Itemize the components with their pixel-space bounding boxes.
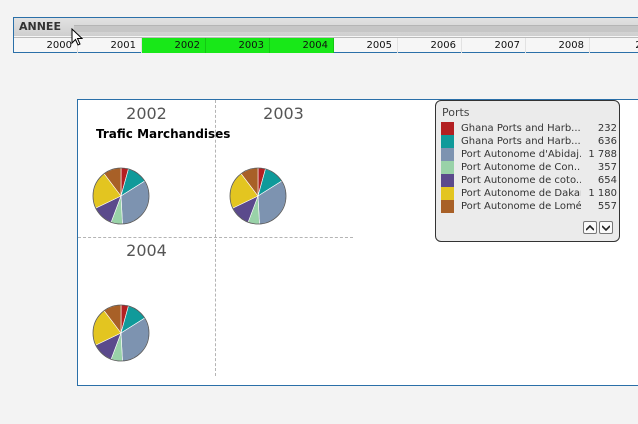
legend-item[interactable]: Ghana Ports and Harb... 636 xyxy=(441,135,617,148)
legend-item-name: Port Autonome de Con... xyxy=(461,162,581,173)
chevron-up-icon xyxy=(585,224,595,231)
legend-item[interactable]: Port Autonome d'Abidaj... 1 788 xyxy=(441,148,617,161)
panel-title-2004: 2004 xyxy=(126,241,167,260)
year-item-2001[interactable]: 2001 xyxy=(78,38,142,53)
legend-item-value: 636 xyxy=(597,136,617,147)
legend-item-value: 654 xyxy=(597,175,617,186)
pie-chart-2003[interactable] xyxy=(228,166,288,226)
year-item-2005[interactable]: 2005 xyxy=(334,38,398,53)
year-item-2008[interactable]: 2008 xyxy=(526,38,590,53)
chevron-down-icon xyxy=(601,225,611,232)
legend-item[interactable]: Port Autonome de Con... 357 xyxy=(441,161,617,174)
legend-swatch xyxy=(441,122,454,135)
legend-title: Ports xyxy=(442,106,470,119)
legend-item-name: Port Autonome de Lomé xyxy=(461,201,581,212)
year-listbox-label: ANNEE xyxy=(19,20,61,33)
panel-divider-horizontal xyxy=(78,237,353,238)
legend-item-value: 232 xyxy=(597,123,617,134)
panel-divider-vertical xyxy=(215,100,216,376)
legend-swatch xyxy=(441,148,454,161)
legend-item[interactable]: Port Autonome de Dakar 1 180 xyxy=(441,187,617,200)
legend-swatch xyxy=(441,200,454,213)
horizontal-scrollbar[interactable] xyxy=(74,25,638,32)
legend-item-value: 357 xyxy=(597,162,617,173)
legend-item-value: 557 xyxy=(597,201,617,212)
year-listbox-header[interactable]: ANNEE xyxy=(14,18,638,36)
pie-chart-2002[interactable] xyxy=(91,166,151,226)
legend-item-name: Port Autonome de Dakar xyxy=(461,188,581,199)
legend-item-value: 1 788 xyxy=(588,149,617,160)
year-item-2007[interactable]: 2007 xyxy=(462,38,526,53)
legend-item[interactable]: Ghana Ports and Harb... 232 xyxy=(441,122,617,135)
legend-swatch xyxy=(441,161,454,174)
year-listbox: ANNEE 2000 2001 2002 2003 2004 2005 2006 2007 20… xyxy=(13,17,638,53)
legend-item-name: Port Autonome de coto... xyxy=(461,175,581,186)
scroll-down-button[interactable] xyxy=(599,221,613,234)
year-item-2002[interactable]: 2002 xyxy=(142,38,206,53)
legend-item[interactable]: Port Autonome de coto... 654 xyxy=(441,174,617,187)
legend-item-name: Ghana Ports and Harb... xyxy=(461,123,581,134)
chart-title: Trafic Marchandises xyxy=(96,127,231,141)
legend-swatch xyxy=(441,187,454,200)
scroll-up-button[interactable] xyxy=(583,221,597,234)
legend-item[interactable]: Port Autonome de Lomé 557 xyxy=(441,200,617,213)
year-item-20[interactable]: 20 xyxy=(590,38,638,53)
legend-panel: Ports Ghana Ports and Harb... 232 Ghana Po… xyxy=(435,100,620,242)
year-item-2003[interactable]: 2003 xyxy=(206,38,270,53)
year-item-2006[interactable]: 2006 xyxy=(398,38,462,53)
year-item-2000[interactable]: 2000 xyxy=(14,38,78,53)
legend-item-name: Ghana Ports and Harb... xyxy=(461,136,581,147)
panel-title-2002: 2002 xyxy=(126,104,167,123)
year-item-2004[interactable]: 2004 xyxy=(270,38,334,53)
panel-title-2003: 2003 xyxy=(263,104,304,123)
mouse-cursor-icon xyxy=(71,28,83,46)
legend-swatch xyxy=(441,135,454,148)
pie-chart-2004[interactable] xyxy=(91,303,151,363)
year-list: 20002001200220032004200520062007200820 xyxy=(14,37,638,54)
legend-item-value: 1 180 xyxy=(588,188,617,199)
legend-item-name: Port Autonome d'Abidaj... xyxy=(461,149,581,160)
legend-swatch xyxy=(441,174,454,187)
